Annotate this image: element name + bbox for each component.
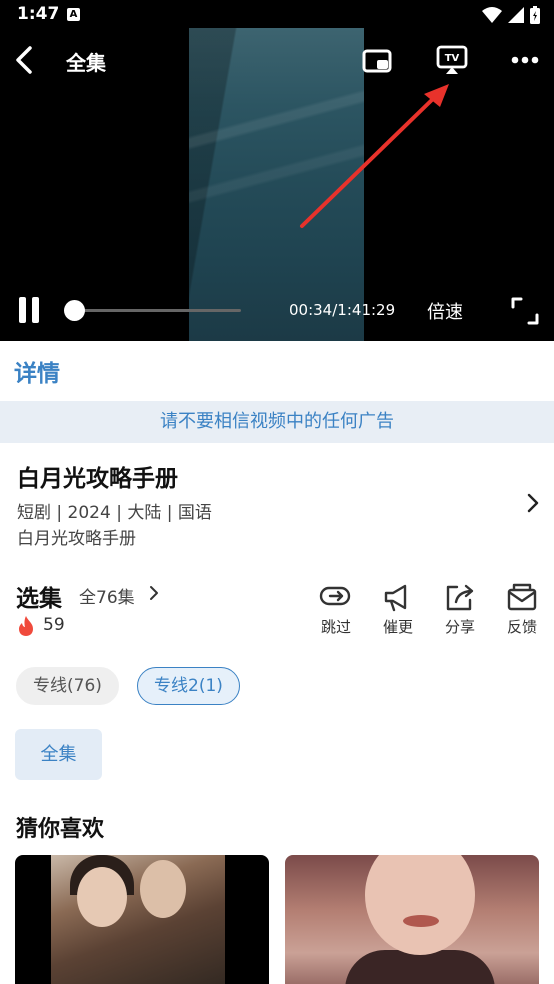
chevron-right-icon[interactable] bbox=[524, 490, 542, 516]
more-options-icon[interactable] bbox=[508, 44, 542, 76]
seek-knob[interactable] bbox=[64, 300, 85, 321]
back-arrow-icon[interactable] bbox=[10, 42, 40, 78]
hot-count: 59 bbox=[43, 615, 65, 635]
battery-icon bbox=[530, 6, 540, 24]
line-option-selected[interactable]: 专线2(1) bbox=[137, 667, 240, 705]
playback-speed-button[interactable]: 倍速 bbox=[427, 298, 463, 324]
seek-bar[interactable] bbox=[75, 309, 241, 312]
chevron-right-icon[interactable] bbox=[148, 584, 160, 602]
current-time: 00:34 bbox=[289, 301, 333, 319]
skip-label: 跳过 bbox=[320, 618, 351, 636]
signal-icon bbox=[508, 7, 524, 23]
svg-text:TV: TV bbox=[445, 53, 460, 64]
share-label: 分享 bbox=[444, 618, 475, 636]
urge-update-label: 催更 bbox=[382, 618, 413, 636]
video-player[interactable]: 1:47 A 全集 TV 00:34/1:41:29 倍速 bbox=[0, 0, 554, 341]
duration: 1:41:29 bbox=[337, 301, 396, 319]
feedback-label: 反馈 bbox=[506, 618, 537, 636]
episodes-title: 选集 bbox=[16, 586, 62, 612]
status-time: 1:47 bbox=[17, 4, 60, 24]
feedback-button[interactable]: 反馈 bbox=[497, 582, 547, 637]
recommend-card[interactable] bbox=[15, 855, 269, 984]
player-top-bar: 全集 TV bbox=[0, 38, 554, 82]
share-icon bbox=[446, 584, 474, 611]
share-button[interactable]: 分享 bbox=[435, 582, 485, 637]
episodes-count-link[interactable]: 全76集 bbox=[79, 583, 135, 608]
show-title: 白月光攻略手册 bbox=[17, 466, 178, 492]
player-title: 全集 bbox=[66, 51, 106, 75]
megaphone-icon bbox=[384, 584, 407, 612]
fullscreen-icon[interactable] bbox=[510, 296, 540, 326]
status-icons bbox=[482, 6, 540, 24]
tv-cast-icon[interactable]: TV bbox=[435, 44, 469, 76]
skip-button[interactable]: 跳过 bbox=[311, 582, 361, 637]
all-episodes-button[interactable]: 全集 bbox=[15, 729, 102, 780]
notification-icon: A bbox=[67, 8, 80, 21]
poster-image bbox=[365, 855, 475, 955]
show-meta: 短剧 | 2024 | 大陆 | 国语 bbox=[17, 503, 212, 523]
tab-details[interactable]: 详情 bbox=[14, 354, 60, 388]
poster-detail bbox=[403, 915, 439, 927]
status-bar: 1:47 A bbox=[0, 0, 554, 30]
poster-detail bbox=[140, 860, 186, 918]
player-controls: 00:34/1:41:29 倍速 bbox=[0, 290, 554, 330]
pause-icon[interactable] bbox=[17, 295, 43, 325]
recommend-card[interactable] bbox=[285, 855, 539, 984]
urge-update-button[interactable]: 催更 bbox=[373, 582, 423, 637]
show-subtitle: 白月光攻略手册 bbox=[17, 529, 136, 549]
line-option[interactable]: 专线(76) bbox=[16, 667, 119, 705]
skip-icon bbox=[319, 586, 351, 606]
ad-warning-notice: 请不要相信视频中的任何广告 bbox=[0, 401, 554, 443]
wifi-icon bbox=[482, 7, 502, 23]
flame-icon bbox=[19, 616, 33, 636]
poster-detail bbox=[77, 867, 127, 927]
feedback-icon bbox=[507, 583, 537, 611]
recommend-title: 猜你喜欢 bbox=[16, 817, 105, 842]
poster-detail bbox=[345, 950, 495, 984]
picture-in-picture-icon[interactable] bbox=[361, 44, 393, 76]
playback-time: 00:34/1:41:29 bbox=[289, 301, 395, 319]
